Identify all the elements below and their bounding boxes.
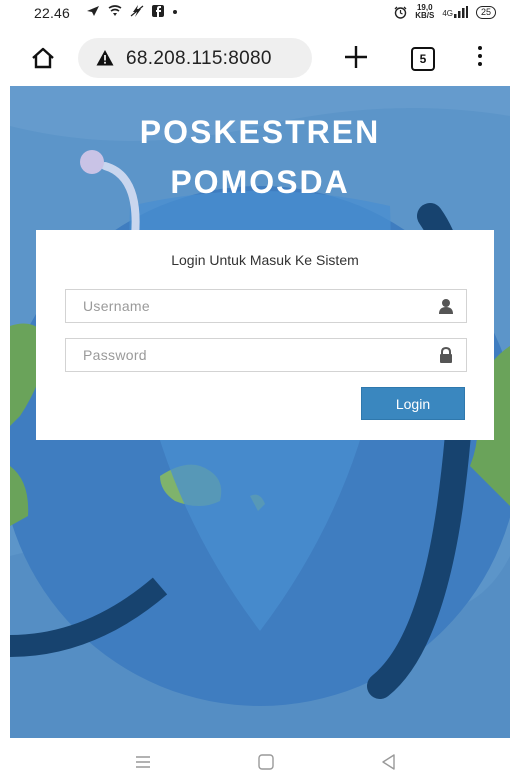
status-bar: 22.46 19,0 KB/S 4G 25	[0, 0, 510, 30]
network-speed: 19,0 KB/S	[415, 4, 434, 20]
lock-icon	[440, 347, 452, 363]
tab-count[interactable]: 5	[420, 52, 427, 66]
system-nav-bar	[0, 738, 510, 782]
status-notification-icons	[86, 5, 178, 17]
username-field[interactable]	[65, 289, 467, 323]
status-time: 22.46	[34, 5, 71, 21]
login-card: Login Untuk Masuk Ke Sistem Login	[36, 230, 494, 440]
dot-icon	[173, 10, 177, 14]
alarm-icon	[394, 6, 407, 19]
browser-toolbar: 68.208.115:8080 5	[0, 30, 510, 86]
back-triangle-icon[interactable]	[379, 752, 399, 772]
network-speed-unit: KB/S	[415, 11, 435, 20]
home-icon[interactable]	[30, 46, 56, 70]
address-bar[interactable]: 68.208.115:8080	[78, 38, 312, 78]
menu-icon[interactable]	[133, 752, 153, 772]
battery-indicator: 25	[475, 5, 496, 19]
site-title-line1: POSKESTREN	[139, 114, 381, 150]
password-field[interactable]	[65, 338, 467, 372]
login-heading: Login Untuk Masuk Ke Sistem	[171, 252, 359, 268]
username-input[interactable]	[66, 290, 423, 322]
login-button[interactable]: Login	[361, 387, 465, 420]
url-text[interactable]: 68.208.115:8080	[126, 48, 272, 70]
status-system-icons: 19,0 KB/S 4G 25	[394, 4, 496, 20]
more-vert-icon[interactable]	[476, 46, 484, 70]
warning-icon[interactable]	[96, 49, 114, 67]
new-tab-button[interactable]	[340, 40, 372, 74]
network-type-label: 4G	[442, 9, 453, 18]
home-square-icon[interactable]	[256, 752, 276, 772]
user-icon	[439, 299, 453, 314]
plus-icon[interactable]	[343, 44, 369, 70]
signal-icon	[453, 6, 468, 18]
no-charging-icon	[130, 5, 144, 17]
network-type: 4G	[442, 6, 468, 18]
tabs-button[interactable]: 5	[411, 47, 435, 71]
web-page: POSKESTREN POMOSDA Login Untuk Masuk Ke …	[10, 86, 510, 738]
password-input[interactable]	[66, 339, 423, 371]
location-arrow-icon	[87, 6, 99, 16]
facebook-icon	[152, 5, 164, 17]
wifi-icon	[108, 5, 122, 16]
site-title-line2: POMOSDA	[170, 164, 350, 200]
